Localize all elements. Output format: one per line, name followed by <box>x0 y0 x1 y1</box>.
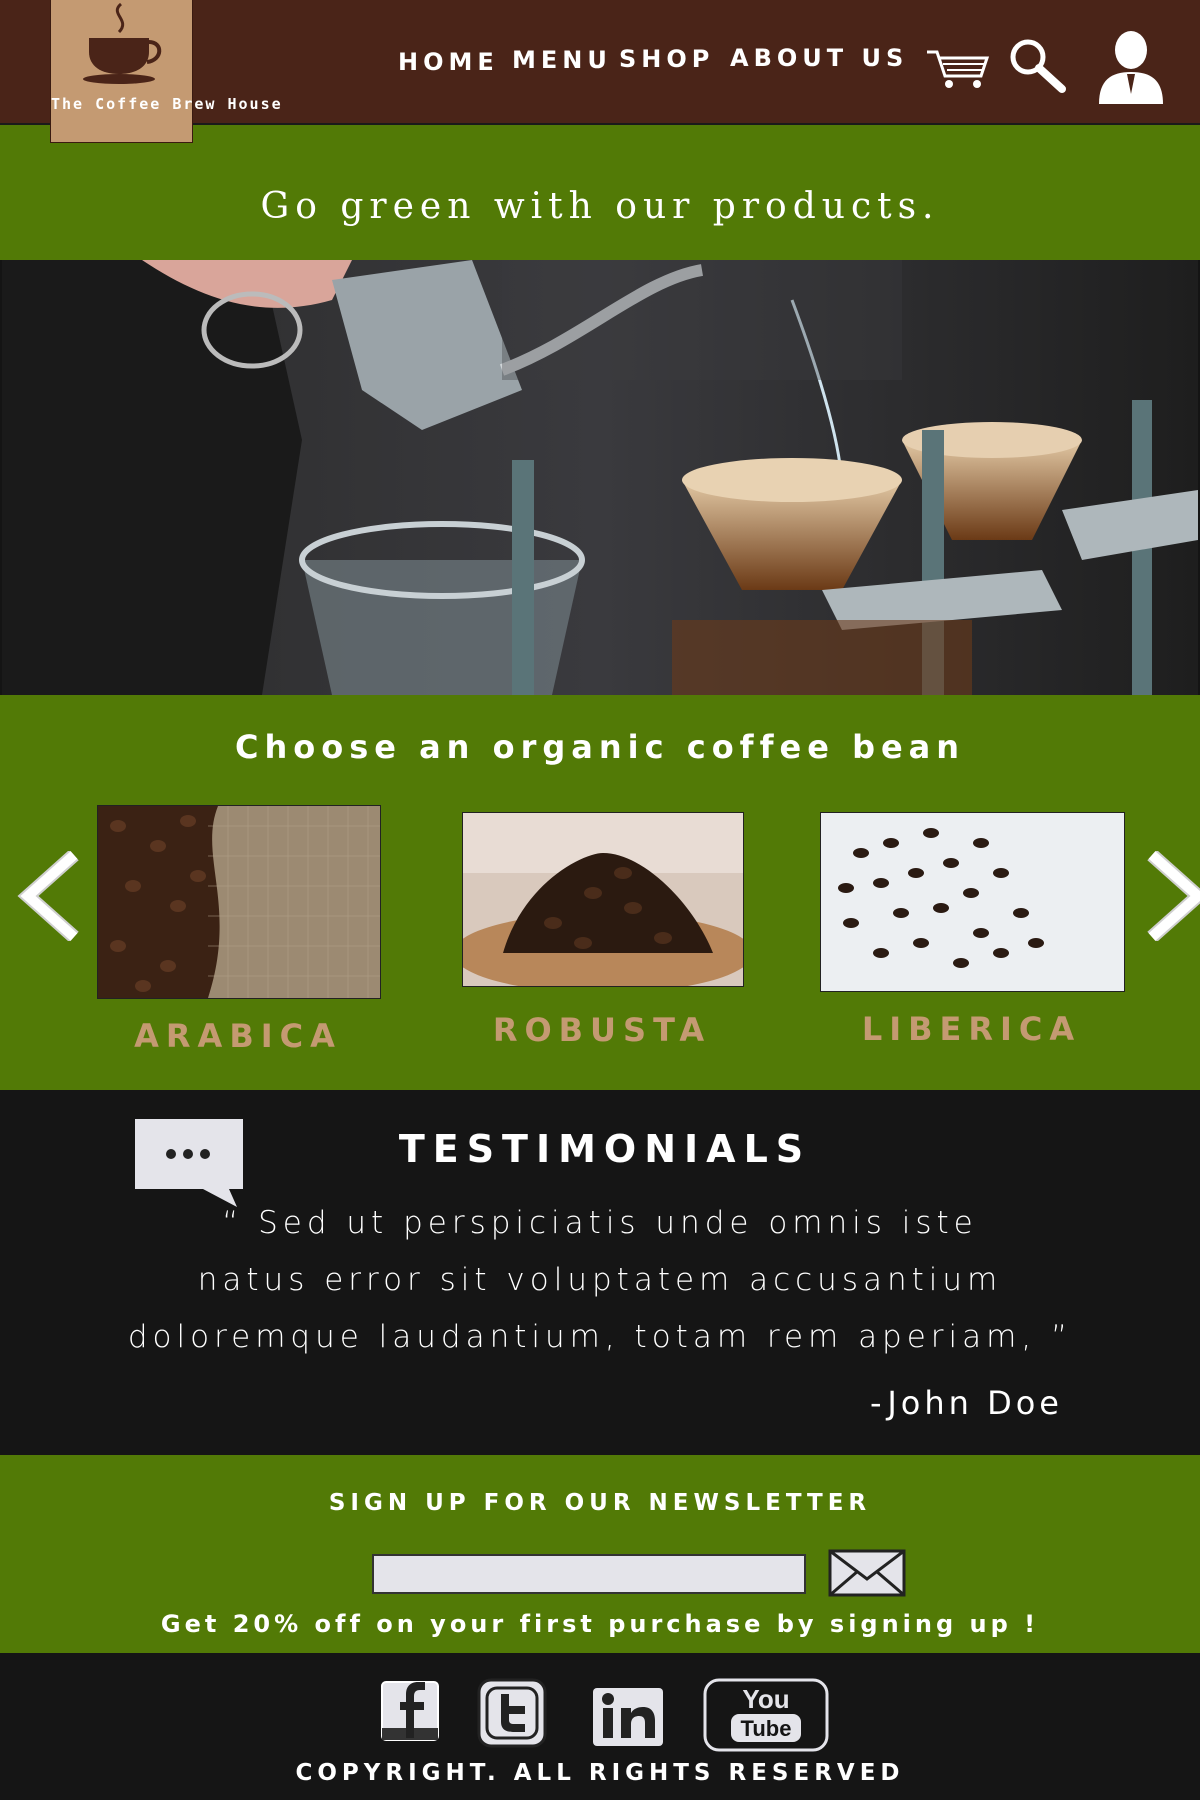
newsletter-email-input[interactable] <box>372 1554 806 1594</box>
svg-text:Tube: Tube <box>741 1716 792 1741</box>
brand-logo[interactable]: The Coffee Brew House <box>51 0 281 142</box>
quote-line: natus error sit voluptatem accusantium <box>197 1262 1003 1298</box>
nav-shop[interactable]: SHOP <box>619 45 714 73</box>
arabica-image <box>98 806 380 998</box>
testimonials-title: TESTIMONIALS <box>398 1127 812 1171</box>
beans-title: Choose an organic coffee bean <box>234 728 966 766</box>
nav-home[interactable]: HOME <box>398 48 499 76</box>
bean-label-arabica: ARABICA <box>134 1017 342 1055</box>
tagline: Go green with our products. <box>260 186 940 227</box>
youtube-icon[interactable]: You Tube <box>703 1678 829 1752</box>
bean-card-liberica[interactable] <box>820 812 1125 992</box>
nav-menu[interactable]: MENU <box>512 46 612 74</box>
liberica-image <box>821 813 1124 991</box>
search-icon[interactable] <box>1008 37 1066 95</box>
coffee-cup-icon <box>83 2 162 84</box>
bean-label-liberica: LIBERICA <box>861 1010 1082 1048</box>
chevron-right-icon[interactable] <box>1140 851 1200 941</box>
user-icon[interactable] <box>1097 30 1165 106</box>
quote-author: -John Doe <box>870 1384 1063 1422</box>
linkedin-icon[interactable] <box>591 1686 665 1748</box>
nav-about-us[interactable]: ABOUT US <box>730 44 908 72</box>
hero-image <box>2 260 1198 695</box>
svg-text:You: You <box>742 1684 789 1714</box>
cart-icon[interactable] <box>925 46 991 92</box>
chevron-left-icon[interactable] <box>16 851 86 941</box>
envelope-icon[interactable] <box>828 1549 906 1597</box>
quote-line: doloremque laudantium, totam rem aperiam… <box>127 1319 1073 1355</box>
copyright-text: COPYRIGHT. ALL RIGHTS RESERVED <box>295 1760 905 1786</box>
facebook-icon[interactable] <box>380 1680 440 1744</box>
twitter-icon[interactable] <box>477 1678 547 1748</box>
brand-name: The Coffee Brew House <box>51 95 283 113</box>
bean-card-arabica[interactable] <box>97 805 381 999</box>
bean-label-robusta: ROBUSTA <box>492 1011 712 1049</box>
robusta-image <box>463 813 743 986</box>
bean-card-robusta[interactable] <box>462 812 744 987</box>
newsletter-title: SIGN UP FOR OUR NEWSLETTER <box>328 1490 872 1516</box>
newsletter-subtext: Get 20% off on your first purchase by si… <box>160 1610 1040 1638</box>
quote-line: “ Sed ut perspiciatis unde omnis iste <box>222 1205 978 1241</box>
